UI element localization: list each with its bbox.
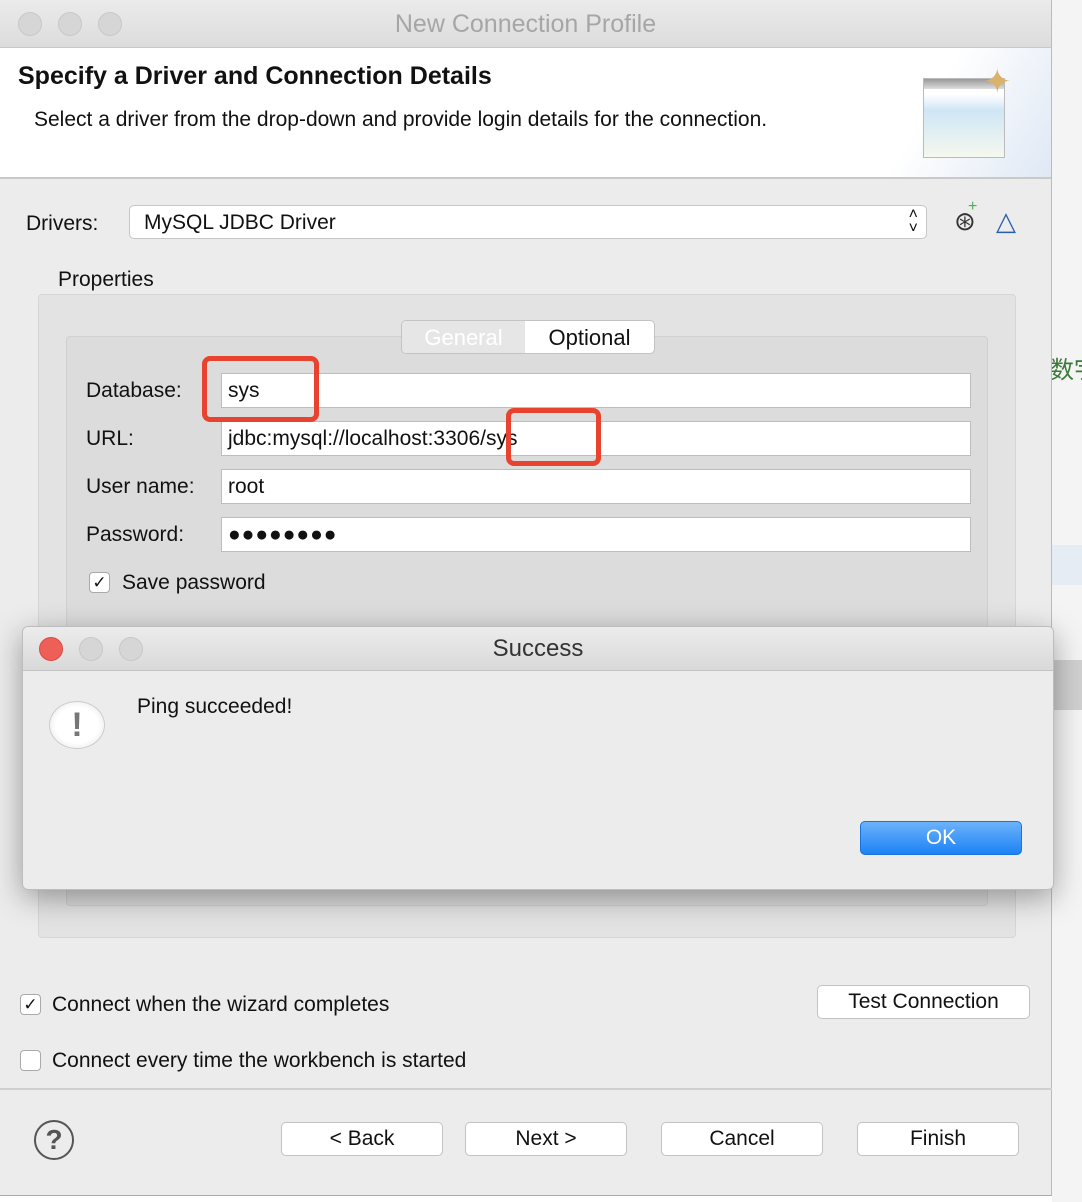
save-password-checkbox[interactable]: ✓ — [89, 572, 110, 593]
ok-button[interactable]: OK — [860, 821, 1022, 855]
properties-label: Properties — [58, 268, 154, 291]
help-icon[interactable]: ? — [34, 1120, 74, 1160]
highlight-annotation — [202, 356, 319, 422]
back-button[interactable]: < Back — [281, 1122, 443, 1156]
connect-on-start-checkbox[interactable] — [20, 1050, 41, 1071]
next-button[interactable]: Next > — [465, 1122, 627, 1156]
new-driver-icon[interactable]: ⊛ + — [954, 198, 977, 237]
tab-general[interactable]: General — [402, 321, 525, 353]
title-bar: New Connection Profile — [0, 0, 1051, 48]
database-field[interactable]: sys — [221, 373, 971, 408]
properties-tabs: General Optional — [401, 320, 655, 354]
new-connection-profile-window: New Connection Profile Specify a Driver … — [0, 0, 1052, 1196]
username-field[interactable]: root — [221, 469, 971, 504]
drivers-selected: MySQL JDBC Driver — [144, 211, 336, 234]
chevron-updown-icon: ˄ ˅ — [908, 206, 918, 237]
username-label: User name: — [86, 475, 195, 498]
drivers-label: Drivers: — [26, 212, 99, 235]
tab-optional[interactable]: Optional — [525, 321, 654, 353]
background-app: 数宇 — [1050, 0, 1082, 1202]
wizard-banner-icon: ✦ — [891, 48, 1051, 177]
url-label: URL: — [86, 427, 134, 450]
dialog-message: Ping succeeded! — [137, 695, 293, 718]
window-title: New Connection Profile — [394, 10, 657, 38]
password-field[interactable]: ●●●●●●●● — [221, 517, 971, 552]
cancel-button[interactable]: Cancel — [661, 1122, 823, 1156]
connect-on-finish-label: Connect when the wizard completes — [52, 993, 390, 1016]
page-description: Select a driver from the drop-down and p… — [34, 108, 768, 131]
page-title: Specify a Driver and Connection Details — [18, 62, 492, 90]
highlight-annotation — [506, 408, 601, 466]
dialog-title-bar: Success — [23, 627, 1053, 671]
finish-button[interactable]: Finish — [857, 1122, 1019, 1156]
connect-on-start-label: Connect every time the workbench is star… — [52, 1049, 467, 1072]
background-text: 数宇 — [1050, 357, 1082, 384]
database-label: Database: — [86, 379, 182, 402]
test-connection-button[interactable]: Test Connection — [817, 985, 1030, 1019]
drivers-select[interactable]: MySQL JDBC Driver ˄ ˅ — [129, 205, 927, 239]
save-password-label: Save password — [122, 571, 266, 594]
wizard-header: Specify a Driver and Connection Details … — [0, 48, 1051, 179]
dialog-title: Success — [492, 635, 584, 662]
background-strip — [1052, 660, 1082, 710]
divider — [0, 1088, 1052, 1090]
password-label: Password: — [86, 523, 185, 546]
success-dialog: Success ! Ping succeeded! OK — [22, 626, 1054, 890]
edit-driver-icon[interactable]: △ — [996, 206, 1016, 237]
connect-on-finish-checkbox[interactable]: ✓ — [20, 994, 41, 1015]
background-strip — [1052, 545, 1082, 585]
warning-bubble-icon: ! — [49, 701, 105, 749]
